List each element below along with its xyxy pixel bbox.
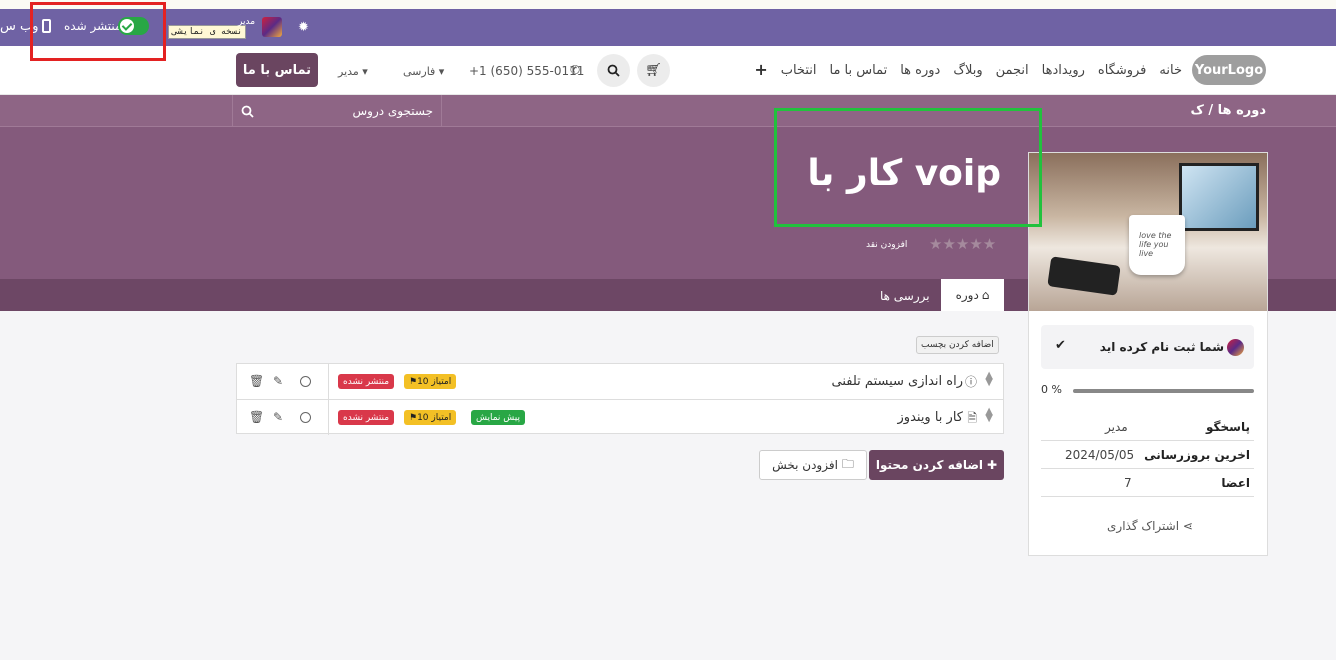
mug-image: love the life you live (1129, 215, 1185, 275)
nav-item-contact[interactable]: تماس با ما (829, 63, 887, 79)
language-selector[interactable]: فارسی ▾ (403, 65, 444, 78)
nav-item-home[interactable]: خانه (1159, 63, 1182, 79)
points-label: 10 امتیاز (417, 412, 452, 423)
breadcrumb-courses[interactable]: دوره ها (1218, 103, 1266, 118)
content-title[interactable]: راه اندازی سیستم تلفنی (832, 374, 963, 389)
add-tag-button[interactable]: اضافه کردن بچسب (916, 336, 999, 354)
site-logo[interactable]: YourLogo (1192, 55, 1266, 85)
course-sidebar-card: love the life you live ✔ شما ثبت نام کرد… (1028, 152, 1268, 556)
user-menu[interactable]: مدیر ▾ (338, 65, 368, 78)
info-key: پاسخگو (1206, 419, 1250, 434)
add-content-button[interactable]: اضافه کردن محتوا ✚ (869, 450, 1004, 480)
website-edit-bar: وب س منتشر شده نسخه ی نمایشی مدیر ✹ (0, 9, 1336, 46)
language-label: فارسی (403, 65, 436, 78)
enrolled-box: ✔ شما ثبت نام کرده اید (1041, 325, 1254, 369)
add-menu-icon[interactable]: + (754, 60, 767, 79)
drag-handle-icon[interactable]: ▲ ▼ (985, 407, 993, 424)
points-label: 10 امتیاز (417, 376, 452, 387)
demo-badge: نسخه ی نمایشی (168, 25, 247, 39)
plus-icon: ✚ (987, 458, 998, 472)
contact-us-button[interactable]: تماس با ما (236, 53, 318, 87)
progress-bar (1073, 389, 1254, 393)
admin-name: مدیر (238, 17, 256, 27)
info-key: اعضا (1221, 475, 1250, 490)
breadcrumb-separator: / (1208, 103, 1214, 118)
points-badge: ⚑ 10 امتیاز (404, 410, 457, 425)
check-icon: ✔ (1055, 338, 1066, 353)
select-radio[interactable] (300, 412, 311, 423)
nav-item-forum[interactable]: انجمن (996, 63, 1029, 79)
info-value: 7 (1124, 475, 1132, 490)
edit-icon[interactable]: ✎ (273, 374, 283, 388)
search-input[interactable]: جستجوی دروس (353, 104, 433, 118)
search-icon[interactable] (241, 105, 254, 118)
hero-subbar (0, 95, 1336, 127)
pdf-icon: 🗎 (967, 411, 977, 425)
info-row-members: اعضا 7 (1041, 469, 1254, 497)
drag-handle-icon[interactable]: ▲ ▼ (985, 371, 993, 388)
select-radio[interactable] (300, 376, 311, 387)
highlight-box-green (774, 108, 1042, 227)
tab-course-label: دوره (955, 288, 979, 302)
info-row-last-update: اخرین بروزرسانی 2024/05/05 (1041, 441, 1254, 469)
search-icon[interactable] (597, 54, 630, 87)
phone-number[interactable]: +1 (650) 555-0111 (469, 64, 584, 78)
laptop-screen (1179, 163, 1259, 231)
cart-icon[interactable]: 🛒︎ (637, 54, 670, 87)
phone-image (1047, 256, 1121, 296)
nav-item-blog[interactable]: وبلاگ (953, 63, 982, 79)
share-button[interactable]: اشتراک گذاری ⋖ (1107, 519, 1193, 533)
status-badge[interactable]: منتشر نشده (338, 410, 395, 425)
points-badge: ⚑ 10 امتیاز (404, 374, 457, 389)
course-cover-image: love the life you live (1029, 153, 1267, 311)
highlight-box-red (30, 2, 166, 61)
info-row-responsible: پاسخگو مدیر (1041, 413, 1254, 441)
nav-menu: خانه فروشگاه رویدادها انجمن وبلاگ دوره ه… (754, 60, 1182, 79)
folder-icon: 🗀 (841, 456, 854, 471)
nav-item-courses[interactable]: دوره ها (900, 63, 940, 79)
breadcrumb-current: ک (1190, 103, 1204, 118)
share-label: اشتراک گذاری (1107, 519, 1180, 533)
content-title[interactable]: کار با ویندوز (898, 410, 963, 425)
question-icon: ⓘ (964, 375, 977, 389)
add-review-link[interactable]: افزودن نقد (866, 240, 907, 250)
row-actions: 🗑︎ ✎ (237, 364, 329, 399)
table-row: 🗑︎ ✎ منتشر نشده ⚑ 10 امتیاز پیش نمایش کا… (237, 399, 1003, 435)
course-search[interactable]: جستجوی دروس (232, 95, 442, 127)
home-icon: ⌂ (981, 288, 990, 302)
info-value: 2024/05/05 (1065, 447, 1135, 462)
add-content-label: اضافه کردن محتوا (875, 458, 984, 472)
main-navbar: YourLogo خانه فروشگاه رویدادها انجمن وبل… (0, 46, 1336, 95)
top-strip (0, 0, 1336, 9)
nav-item-shop[interactable]: فروشگاه (1098, 63, 1147, 79)
enrolled-text: شما ثبت نام کرده اید (1099, 340, 1224, 354)
edit-icon[interactable]: ✎ (273, 410, 283, 424)
trash-icon[interactable]: 🗑︎ (249, 374, 264, 388)
info-key: اخرین بروزرسانی (1144, 447, 1250, 462)
bug-icon[interactable]: ✹ (298, 20, 309, 35)
avatar[interactable] (262, 17, 282, 37)
add-section-label: افزودن بخش (772, 458, 838, 472)
add-section-button[interactable]: افزودن بخش 🗀 (759, 450, 867, 480)
preview-badge[interactable]: پیش نمایش (471, 410, 525, 425)
trash-icon[interactable]: 🗑︎ (249, 410, 264, 424)
avatar (1227, 339, 1244, 356)
course-content-table: 🗑︎ ✎ منتشر نشده ⚑ 10 امتیاز راه اندازی س… (236, 363, 1004, 435)
progress-label: 0 % (1041, 383, 1062, 396)
share-icon: ⋖ (1182, 519, 1193, 533)
info-value: مدیر (1105, 419, 1128, 434)
breadcrumb: دوره ها / ک (1191, 103, 1266, 118)
nav-item-events[interactable]: رویدادها (1042, 63, 1085, 79)
user-name: مدیر (338, 65, 359, 78)
rating-stars[interactable]: ★★★★★ (929, 235, 996, 253)
nav-item-select[interactable]: انتخاب (781, 63, 817, 79)
table-row: 🗑︎ ✎ منتشر نشده ⚑ 10 امتیاز راه اندازی س… (237, 364, 1003, 399)
status-badge[interactable]: منتشر نشده (338, 374, 395, 389)
tab-course[interactable]: دوره ⌂ (941, 279, 1004, 311)
mug-text: love the life you live (1139, 231, 1172, 258)
row-actions: 🗑︎ ✎ (237, 400, 329, 435)
tab-reviews[interactable]: بررسی ها (880, 289, 930, 303)
